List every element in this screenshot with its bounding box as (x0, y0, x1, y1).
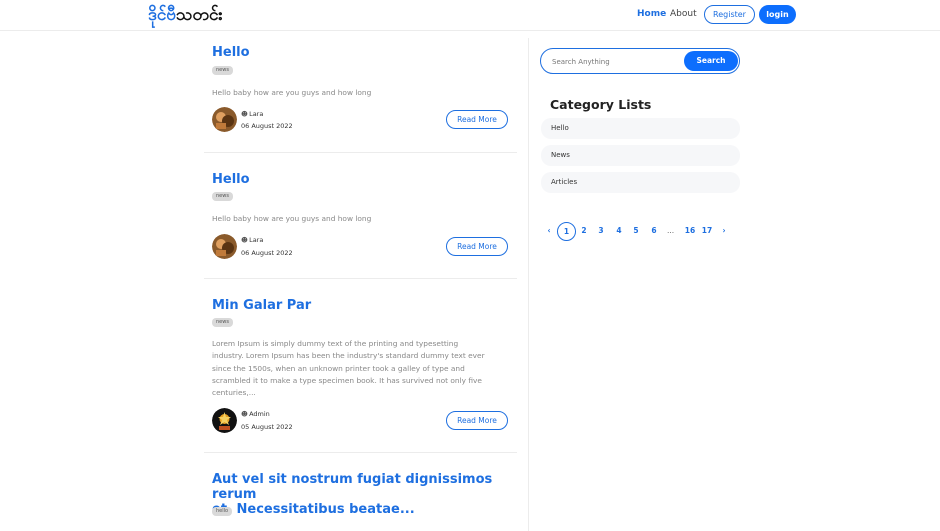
post-tag-badge[interactable]: news (212, 192, 233, 201)
post-card: Hello news Hello baby how are you guys a… (204, 44, 517, 152)
post-date: 06 August 2022 (241, 122, 293, 130)
post-author: ☻ Lara (241, 110, 264, 118)
column-divider (528, 38, 529, 531)
pagination-page[interactable]: 17 (700, 226, 714, 235)
post-excerpt: Lorem Ipsum is simply dummy text of the … (212, 339, 485, 398)
login-button[interactable]: login (759, 5, 796, 24)
search-input[interactable] (552, 56, 677, 68)
site-logo[interactable]: ဒိုင်ဗီသတင်း (148, 4, 223, 29)
post-divider (204, 278, 517, 279)
post-title[interactable]: Hello (212, 45, 250, 60)
read-more-button[interactable]: Read More (446, 237, 508, 256)
pagination-prev-icon[interactable]: ‹ (543, 226, 555, 235)
post-author: ☻ Admin (241, 410, 270, 418)
post-title[interactable]: Aut vel sit nostrum fugiat dignissimos r… (212, 472, 517, 517)
post-excerpt: Hello baby how are you guys and how long (212, 214, 372, 223)
author-avatar (212, 408, 237, 433)
category-item-articles[interactable]: Articles (541, 172, 740, 193)
post-title[interactable]: Min Galar Par (212, 298, 311, 313)
search-button[interactable]: Search (684, 51, 738, 71)
read-more-button[interactable]: Read More (446, 110, 508, 129)
pagination-page[interactable]: 5 (630, 226, 642, 235)
author-avatar (212, 107, 237, 132)
nav-link-about[interactable]: About (670, 9, 697, 19)
post-tag-badge[interactable]: hello (212, 507, 233, 516)
post-divider (204, 152, 517, 153)
read-more-button[interactable]: Read More (446, 411, 508, 430)
category-item-news[interactable]: News (541, 145, 740, 166)
user-icon: ☻ (241, 410, 248, 418)
user-icon: ☻ (241, 110, 248, 118)
pagination-page[interactable]: 4 (613, 226, 625, 235)
pagination-page[interactable]: 6 (648, 226, 660, 235)
post-tag-badge[interactable]: news (212, 318, 233, 327)
post-date: 05 August 2022 (241, 423, 293, 431)
pagination-ellipsis: ... (667, 226, 675, 235)
register-button[interactable]: Register (704, 5, 755, 24)
nav-link-home[interactable]: Home (637, 9, 666, 19)
pagination-page[interactable]: 16 (683, 226, 697, 235)
post-divider (204, 452, 517, 453)
author-avatar (212, 234, 237, 259)
category-item-hello[interactable]: Hello (541, 118, 740, 139)
post-title[interactable]: Hello (212, 172, 250, 187)
top-navbar: ဒိုင်ဗီသတင်း Home About Register login (0, 0, 940, 31)
post-author: ☻ Lara (241, 236, 264, 244)
post-tag-badge[interactable]: news (212, 66, 233, 75)
post-date: 06 August 2022 (241, 249, 293, 257)
post-card: Min Galar Par news Lorem Ipsum is simply… (204, 297, 517, 452)
user-icon: ☻ (241, 236, 248, 244)
pagination-page-current[interactable]: 1 (557, 222, 576, 241)
post-excerpt: Hello baby how are you guys and how long (212, 88, 372, 97)
pagination-page[interactable]: 2 (578, 226, 590, 235)
pagination-next-icon[interactable]: › (718, 226, 730, 235)
pagination-page[interactable]: 3 (595, 226, 607, 235)
category-list-heading: Category Lists (550, 97, 652, 112)
post-card: Aut vel sit nostrum fugiat dignissimos r… (204, 471, 517, 531)
post-card: Hello news Hello baby how are you guys a… (204, 171, 517, 279)
